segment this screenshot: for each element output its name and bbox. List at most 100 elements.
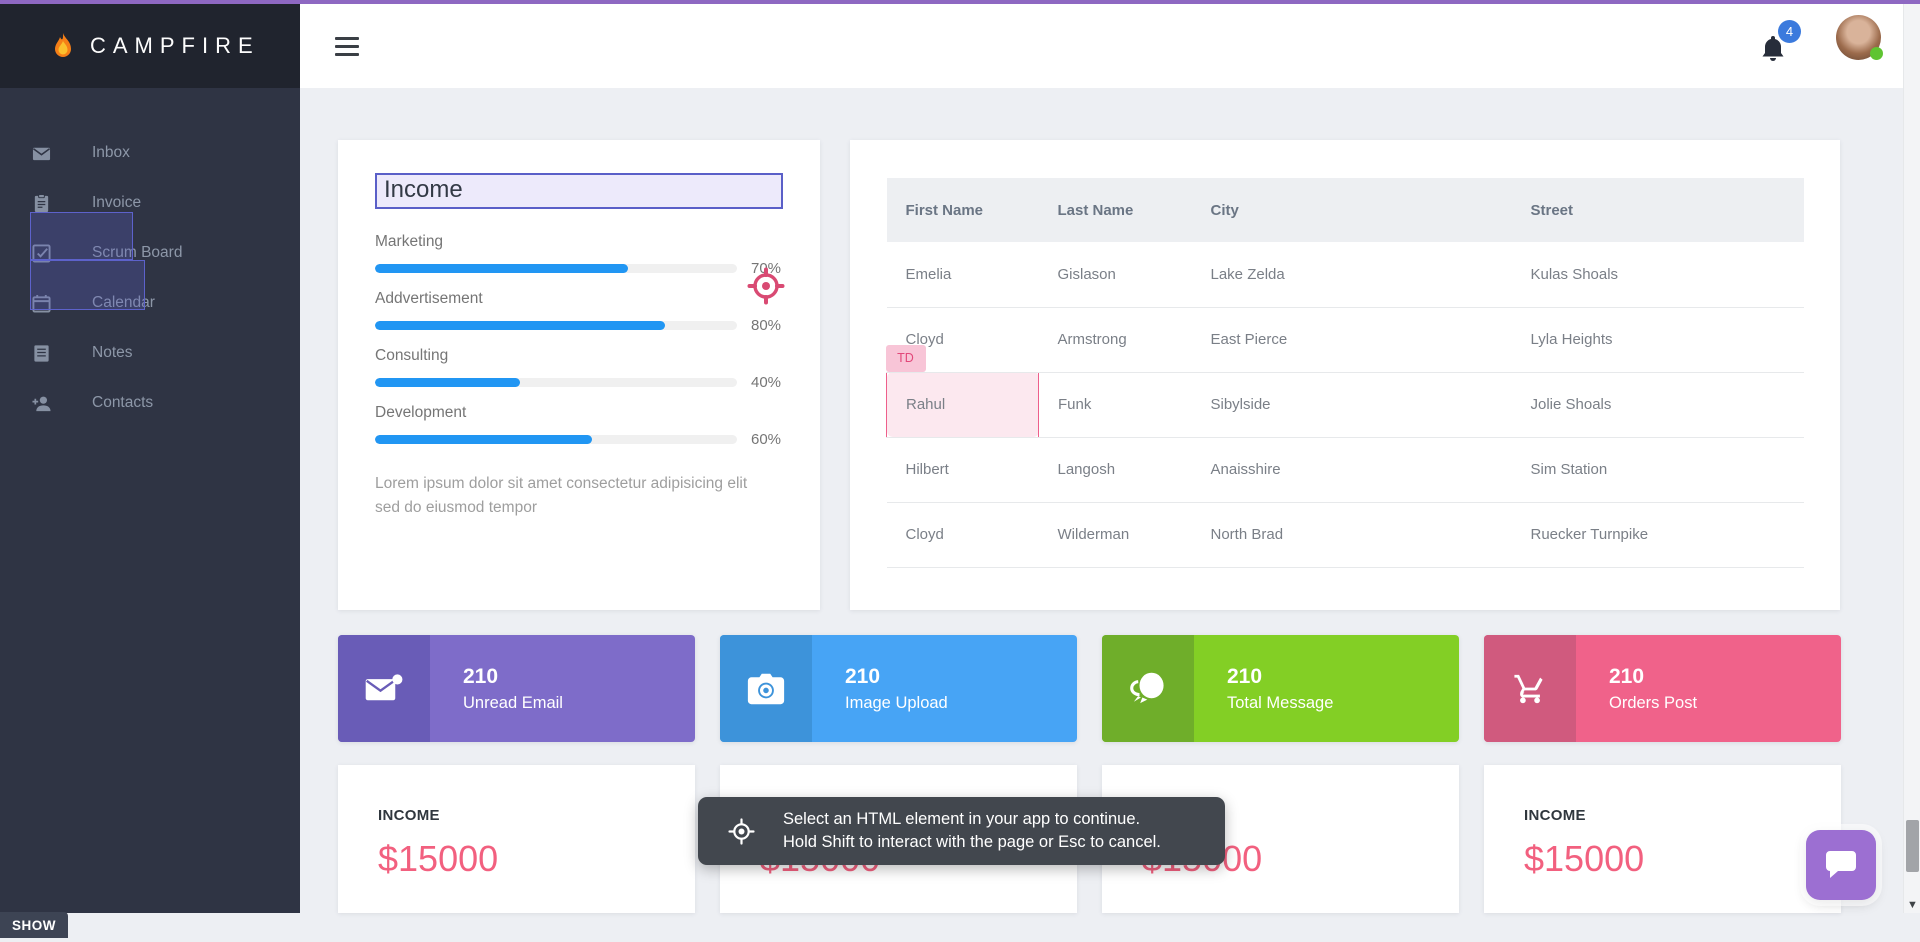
stat-icon-section [720, 635, 812, 742]
progress-label: Consulting [375, 347, 783, 365]
progress-fill [375, 264, 628, 273]
mail-icon [32, 144, 51, 163]
inspector-highlight-income-title: Income [375, 173, 783, 209]
stat-card-unread-email[interactable]: 210 Unread Email [338, 635, 695, 742]
stat-card-total-message[interactable]: 210 Total Message [1102, 635, 1459, 742]
income-tile-value: $15000 [378, 838, 655, 880]
table-row[interactable]: Emelia Gislason Lake Zelda Kulas Shoals [887, 242, 1805, 307]
stat-label: Orders Post [1609, 694, 1841, 713]
table-cell: Cloyd [887, 502, 1039, 567]
stat-value: 210 [1227, 665, 1459, 689]
app-title: CAMPFIRE [90, 33, 260, 59]
table-cell: Gislason [1039, 242, 1192, 307]
progress-group-addvertisement: Addvertisement 80% [375, 290, 783, 334]
element-picker-tooltip: Select an HTML element in your app to co… [698, 797, 1225, 865]
table-cell: Hilbert [887, 437, 1039, 502]
stat-icon-section [1484, 635, 1576, 742]
table-row[interactable]: TD Rahul Funk Sibylside Jolie Shoals [887, 372, 1805, 437]
table-cell: Armstrong [1039, 307, 1192, 372]
table-row[interactable]: Cloyd Armstrong East Pierce Lyla Heights [887, 307, 1805, 372]
tooltip-line-1: Select an HTML element in your app to co… [783, 808, 1161, 831]
stat-value: 210 [1609, 665, 1841, 689]
scrollbar-thumb[interactable] [1906, 820, 1919, 872]
progress-track [375, 435, 737, 444]
progress-fill [375, 378, 520, 387]
chat-button[interactable] [1806, 830, 1876, 900]
progress-group-consulting: Consulting 40% [375, 347, 783, 391]
progress-track [375, 321, 737, 330]
vertical-scrollbar[interactable]: ▼ [1903, 4, 1920, 913]
table-cell: East Pierce [1192, 307, 1512, 372]
progress-track [375, 264, 737, 273]
stat-card-orders-post[interactable]: 210 Orders Post [1484, 635, 1841, 742]
table-cell: North Brad [1192, 502, 1512, 567]
income-card-title: Income [384, 176, 774, 204]
show-toggle-tag[interactable]: SHOW [0, 912, 68, 938]
sidebar-nav: Inbox Invoice Scrum Board [0, 88, 300, 428]
stat-value: 210 [463, 665, 695, 689]
sidebar-item-contacts[interactable]: Contacts [0, 378, 300, 428]
table-cell: Emelia [887, 242, 1039, 307]
progress-percent: 40% [737, 374, 783, 391]
cart-icon [1511, 672, 1549, 706]
table-cell: Lake Zelda [1192, 242, 1512, 307]
sidebar-item-inbox[interactable]: Inbox [0, 128, 300, 178]
sidebar-item-label: Contacts [92, 394, 153, 412]
table-cell: Sim Station [1512, 437, 1805, 502]
stat-icon-section [338, 635, 430, 742]
column-header: Street [1512, 178, 1805, 242]
table-cell: Jolie Shoals [1512, 372, 1805, 437]
sidebar-item-label: Calendar [92, 294, 155, 312]
table-cell-text: Rahul [906, 396, 945, 413]
table-header-row: First Name Last Name City Street [887, 178, 1805, 242]
table-cell: Funk [1039, 372, 1192, 437]
sidebar-item-label: Inbox [92, 144, 130, 162]
invoice-icon [32, 194, 51, 213]
sidebar-item-scrum-board[interactable]: Scrum Board [0, 228, 300, 278]
sidebar-item-notes[interactable]: Notes [0, 328, 300, 378]
income-card-note: Lorem ipsum dolor sit amet consectetur a… [375, 472, 775, 520]
notification-count: 4 [1786, 24, 1793, 39]
calendar-icon [32, 294, 51, 313]
stat-value: 210 [845, 665, 1077, 689]
sidebar-item-label: Invoice [92, 194, 141, 212]
contacts-table-card: First Name Last Name City Street Emelia … [850, 140, 1840, 610]
table-cell: Anaisshire [1192, 437, 1512, 502]
income-tile-label: INCOME [1524, 807, 1801, 824]
sidebar-item-calendar[interactable]: Calendar [0, 278, 300, 328]
contacts-table: First Name Last Name City Street Emelia … [886, 178, 1804, 568]
chat-icon [1129, 672, 1167, 706]
notification-badge: 4 [1778, 20, 1801, 43]
page-accent-border [0, 0, 1920, 4]
sidebar-item-label: Notes [92, 344, 133, 362]
table-row[interactable]: Hilbert Langosh Anaisshire Sim Station [887, 437, 1805, 502]
topbar: 4 [300, 4, 1920, 88]
stat-icon-section [1102, 635, 1194, 742]
stat-card-image-upload[interactable]: 210 Image Upload [720, 635, 1077, 742]
sidebar-logo[interactable]: CAMPFIRE [0, 4, 300, 88]
element-picker-cursor-icon [746, 266, 786, 306]
income-tile-value: $15000 [1524, 838, 1801, 880]
income-card: Income Marketing 70% Addvertisement 80% … [338, 140, 820, 610]
user-avatar[interactable] [1836, 15, 1881, 60]
table-cell: Wilderman [1039, 502, 1192, 567]
camera-icon [747, 672, 785, 706]
notes-icon [32, 344, 51, 363]
inspector-element-tag: TD [886, 345, 926, 372]
scrollbar-down-arrow[interactable]: ▼ [1907, 900, 1918, 911]
inspector-highlighted-cell[interactable]: TD Rahul [887, 372, 1039, 437]
sidebar: CAMPFIRE Inbox Invoice [0, 4, 300, 913]
notifications-button[interactable]: 4 [1758, 26, 1806, 70]
progress-group-marketing: Marketing 70% [375, 233, 783, 277]
progress-label: Addvertisement [375, 290, 783, 308]
income-tile: INCOME $15000 [338, 765, 695, 913]
table-cell: Lyla Heights [1512, 307, 1805, 372]
column-header: Last Name [1039, 178, 1192, 242]
table-row[interactable]: Cloyd Wilderman North Brad Ruecker Turnp… [887, 502, 1805, 567]
column-header: City [1192, 178, 1512, 242]
income-tile: INCOME $15000 [1484, 765, 1841, 913]
menu-toggle-button[interactable] [335, 37, 359, 56]
sidebar-item-label: Scrum Board [92, 244, 182, 262]
sidebar-item-invoice[interactable]: Invoice [0, 178, 300, 228]
flame-icon [52, 32, 74, 60]
